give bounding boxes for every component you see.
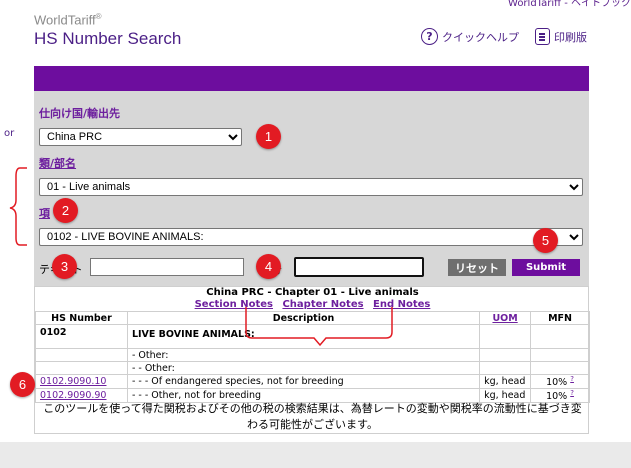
description-header: Description [126, 311, 481, 325]
mfn-note-link[interactable]: ? [570, 375, 574, 383]
mfn-cell [530, 361, 590, 375]
uom-cell [479, 324, 532, 349]
end-notes-link[interactable]: End Notes [373, 299, 430, 310]
step-badge-6: 6 [10, 372, 35, 397]
footer-band [0, 442, 631, 468]
description-cell: - Other: [126, 348, 481, 362]
print-link[interactable]: 印刷版 [535, 28, 587, 45]
destination-select[interactable]: China PRC [39, 128, 242, 146]
quick-help-label: クイックヘルプ [442, 30, 519, 44]
print-document-icon [535, 28, 550, 45]
table-row: - - Other: [35, 361, 590, 375]
mfn-rate: 10% [546, 377, 568, 389]
step-badge-1: 1 [256, 124, 281, 149]
results-title: China PRC - Chapter 01 - Live animals [206, 287, 419, 298]
step-badge-3: 3 [52, 254, 77, 279]
disclaimer-line-2: わる可能性がございます。 [247, 418, 378, 431]
heading-label[interactable]: 項 [39, 205, 50, 221]
disclaimer-text: このツールを使って得た関税およびその他の税の検索結果は、為替レートの変動や関税率… [35, 401, 590, 433]
side-or-label: or [4, 128, 15, 139]
uom-cell [479, 348, 532, 362]
step-badge-5: 5 [533, 228, 558, 253]
results-table: HS Number Description UOM MFN 0102 LIVE … [35, 311, 590, 404]
chapter-notes-link[interactable]: Chapter Notes [282, 299, 363, 310]
brand-logo: WorldTariff® [34, 12, 102, 27]
step-badge-4: 4 [256, 254, 281, 279]
description-cell: - - - Of endangered species, not for bre… [126, 373, 481, 390]
destination-label: 仕向け国/輸出先 [39, 107, 121, 120]
hs-number-header: HS Number [35, 311, 128, 325]
table-row: 0102.9090.10 - - - Of endangered species… [35, 373, 590, 390]
mfn-note-link[interactable]: ? [570, 389, 574, 397]
brand-name: WorldTariff [34, 12, 96, 28]
number-search-input[interactable] [294, 257, 424, 277]
mfn-cell [530, 348, 590, 362]
uom-cell [479, 361, 532, 375]
top-nav-link[interactable]: WorldTariff - ヘイトブック [508, 0, 631, 9]
mfn-cell [530, 324, 590, 349]
help-icon: ? [421, 28, 438, 45]
step-badge-2: 2 [53, 198, 78, 223]
results-panel: China PRC - Chapter 01 - Live animals Se… [34, 286, 590, 434]
hs-code-cell: 0102 [35, 324, 128, 349]
annotation-bracket [9, 167, 27, 246]
table-row: - Other: [35, 348, 590, 362]
hs-code-cell: 0102.9090.10 [35, 373, 128, 390]
hs-code-link[interactable]: 0102.9090.90 [40, 390, 106, 401]
notes-links: Section Notes Chapter Notes End Notes [35, 299, 590, 310]
print-label: 印刷版 [554, 30, 587, 44]
uom-header-link[interactable]: UOM [492, 313, 517, 324]
description-cell: LIVE BOVINE ANIMALS: [126, 324, 481, 349]
text-search-input[interactable] [90, 258, 244, 276]
hs-code-cell [35, 361, 128, 375]
chapter-select[interactable]: 01 - Live animals [39, 178, 583, 196]
description-cell: - - Other: [126, 361, 481, 375]
submit-button[interactable]: Submit [512, 259, 580, 276]
hs-code-link[interactable]: 0102.9090.10 [40, 376, 106, 387]
hs-code-cell [35, 348, 128, 362]
uom-cell: kg, head [479, 373, 532, 390]
page-title: HS Number Search [34, 29, 182, 48]
heading-select[interactable]: 0102 - LIVE BOVINE ANIMALS: [39, 228, 583, 246]
uom-header: UOM [479, 311, 532, 325]
mfn-header: MFN [530, 311, 590, 325]
section-notes-link[interactable]: Section Notes [195, 299, 273, 310]
table-row: 0102 LIVE BOVINE ANIMALS: [35, 324, 590, 349]
mfn-cell: 10% ? [530, 373, 590, 390]
quick-help-link[interactable]: ? クイックヘルプ [421, 28, 519, 45]
table-header-row: HS Number Description UOM MFN [35, 311, 590, 325]
reset-button[interactable]: リセット [448, 259, 506, 276]
disclaimer-line-1: このツールを使って得た関税およびその他の税の検索結果は、為替レートの変動や関税率… [43, 402, 582, 415]
header-bar [34, 66, 589, 91]
chapter-label[interactable]: 類/部名 [39, 155, 76, 171]
brand-registered-mark: ® [95, 12, 102, 21]
